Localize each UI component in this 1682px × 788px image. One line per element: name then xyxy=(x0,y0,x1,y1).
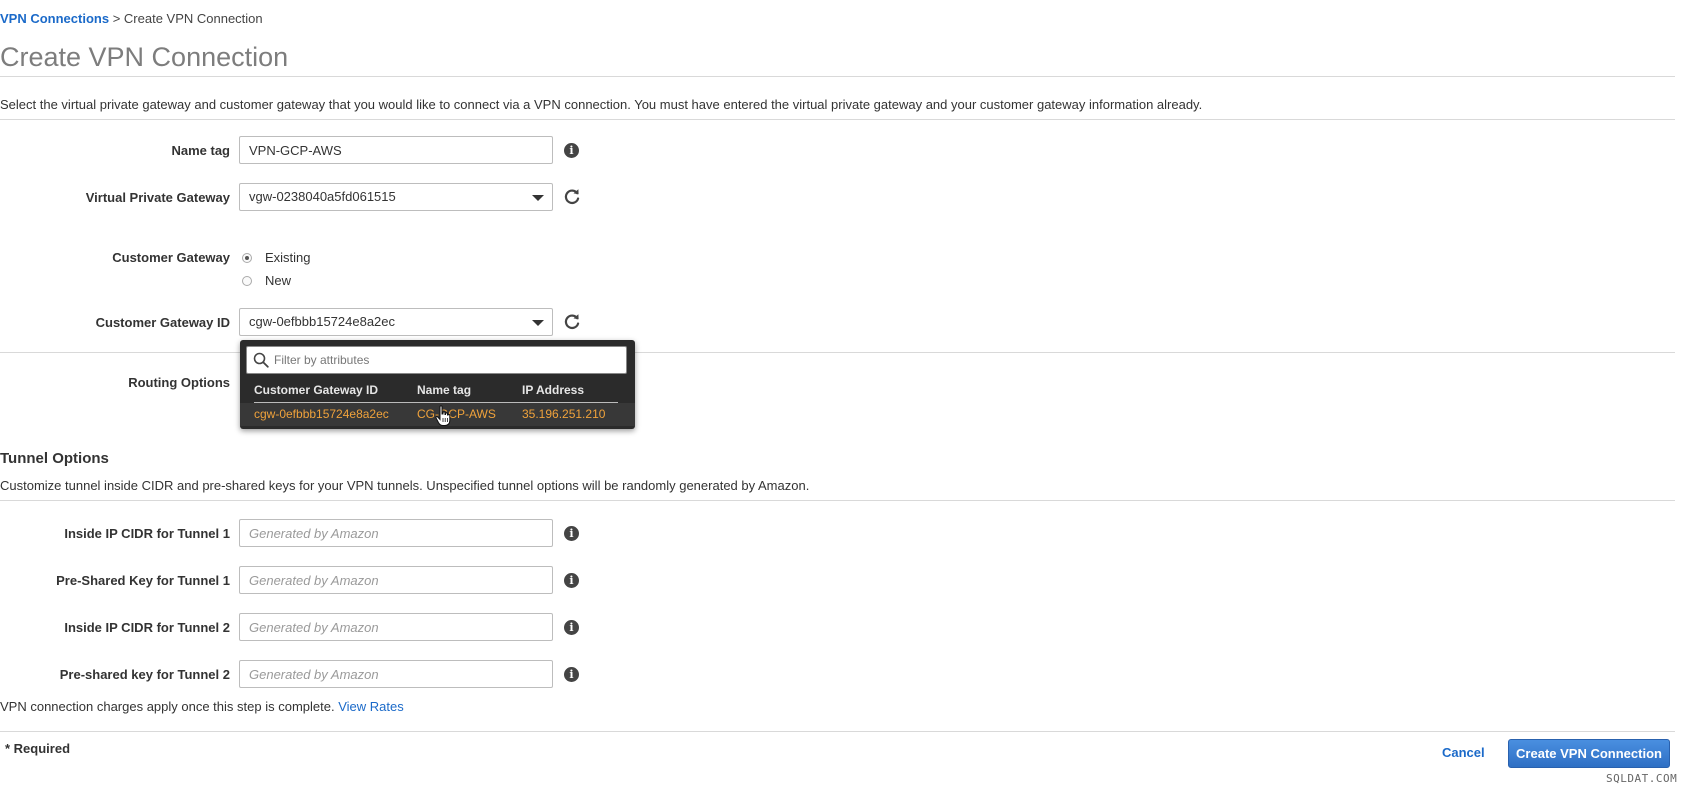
customer-gateway-id-select[interactable]: cgw-0efbbb15724e8a2ec xyxy=(239,308,553,336)
inside-cidr-tunnel2-input[interactable] xyxy=(239,613,553,641)
breadcrumb-current: Create VPN Connection xyxy=(123,11,263,26)
search-icon xyxy=(253,352,269,368)
refresh-icon[interactable] xyxy=(563,188,581,206)
tunnel-options-title: Tunnel Options xyxy=(0,450,109,467)
customer-gateway-id-label: Customer Gateway ID xyxy=(95,315,230,330)
psk-tunnel1-label: Pre-Shared Key for Tunnel 1 xyxy=(56,573,230,588)
inside-cidr-tunnel2-label: Inside IP CIDR for Tunnel 2 xyxy=(64,620,230,635)
divider xyxy=(0,731,1675,732)
psk-tunnel2-input[interactable] xyxy=(239,660,553,688)
charges-text: VPN connection charges apply once this s… xyxy=(0,699,335,714)
column-header-name-tag: Name tag xyxy=(417,383,472,397)
chevron-down-icon xyxy=(532,320,544,326)
info-icon[interactable]: i xyxy=(564,667,579,682)
filter-box[interactable] xyxy=(246,346,627,374)
psk-tunnel1-input[interactable] xyxy=(239,566,553,594)
watermark: SQLDAT.COM xyxy=(1606,772,1678,785)
divider xyxy=(0,76,1675,77)
customer-gateway-new-radio[interactable] xyxy=(242,276,252,286)
charges-note: VPN connection charges apply once this s… xyxy=(0,699,404,714)
row-cell-gateway-id[interactable]: cgw-0efbbb15724e8a2ec xyxy=(254,407,389,421)
info-icon[interactable]: i xyxy=(564,620,579,635)
pointer-cursor-icon xyxy=(435,405,451,426)
cancel-button[interactable]: Cancel xyxy=(1442,745,1485,760)
divider xyxy=(0,119,1675,120)
inside-cidr-tunnel1-input[interactable] xyxy=(239,519,553,547)
chevron-down-icon xyxy=(532,195,544,201)
tunnel-options-description: Customize tunnel inside CIDR and pre-sha… xyxy=(0,478,810,493)
info-icon[interactable]: i xyxy=(564,573,579,588)
required-note: * Required xyxy=(5,741,71,756)
column-header-customer-gateway-id: Customer Gateway ID xyxy=(254,383,379,397)
divider xyxy=(0,500,1675,501)
virtual-private-gateway-select[interactable]: vgw-0238040a5fd061515 xyxy=(239,183,553,211)
customer-gateway-label: Customer Gateway xyxy=(112,250,230,265)
info-icon[interactable]: i xyxy=(564,526,579,541)
filter-input[interactable] xyxy=(274,347,614,373)
page-title: Create VPN Connection xyxy=(0,42,289,72)
virtual-private-gateway-value: vgw-0238040a5fd061515 xyxy=(249,189,396,204)
virtual-private-gateway-label: Virtual Private Gateway xyxy=(85,190,230,205)
name-tag-input[interactable] xyxy=(239,136,553,164)
customer-gateway-existing-radio[interactable] xyxy=(242,253,252,263)
row-cell-ip-address[interactable]: 35.196.251.210 xyxy=(522,407,605,421)
inside-cidr-tunnel1-label: Inside IP CIDR for Tunnel 1 xyxy=(64,526,230,541)
psk-tunnel2-label: Pre-shared key for Tunnel 2 xyxy=(59,667,230,682)
radio-label-existing: Existing xyxy=(265,250,311,265)
name-tag-label: Name tag xyxy=(171,143,230,158)
row-cell-name-tag[interactable]: CG-GCP-AWS xyxy=(417,407,496,421)
breadcrumb-link-vpn-connections[interactable]: VPN Connections xyxy=(0,11,109,26)
customer-gateway-id-value: cgw-0efbbb15724e8a2ec xyxy=(249,314,396,329)
breadcrumb-separator: > xyxy=(109,11,124,26)
page-description: Select the virtual private gateway and c… xyxy=(0,97,1203,112)
view-rates-link[interactable]: View Rates xyxy=(338,699,404,714)
refresh-icon[interactable] xyxy=(563,313,581,331)
column-header-ip-address: IP Address xyxy=(522,383,585,397)
routing-options-label: Routing Options xyxy=(128,375,230,390)
info-icon[interactable]: i xyxy=(564,143,579,158)
radio-label-new: New xyxy=(265,273,292,288)
breadcrumb: VPN Connections > Create VPN Connection xyxy=(0,11,263,26)
create-vpn-connection-button[interactable]: Create VPN Connection xyxy=(1508,739,1670,768)
